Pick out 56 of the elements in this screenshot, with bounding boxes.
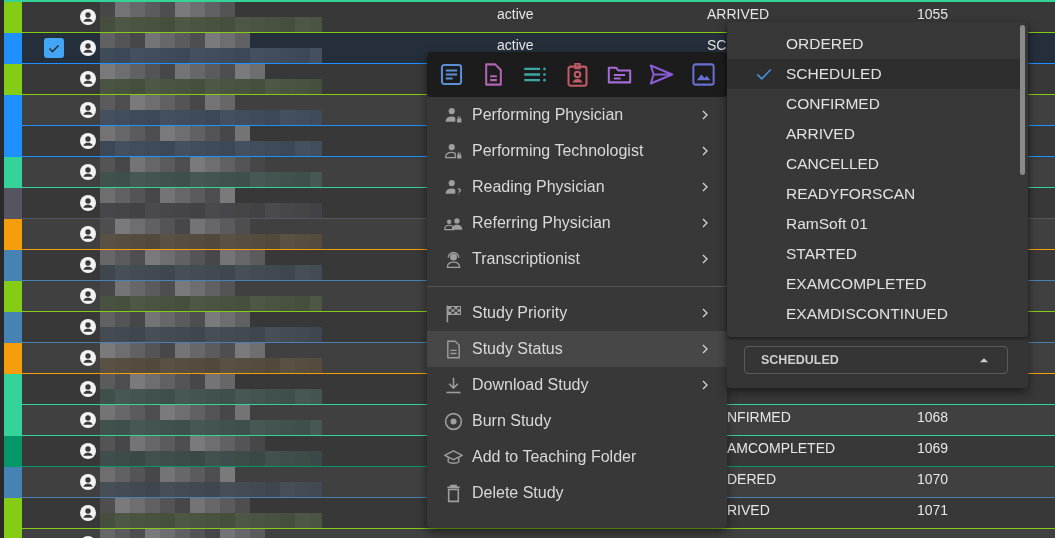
table-cell-text: DERED — [726, 470, 776, 487]
checkbox[interactable] — [44, 38, 64, 58]
table-cell-text: active — [497, 36, 534, 53]
menu-item[interactable]: Transcriptionist — [427, 241, 727, 277]
menu-item[interactable]: Download Study — [427, 367, 727, 403]
avatar-icon — [80, 319, 96, 335]
status-dropdown[interactable]: SCHEDULED — [744, 346, 1008, 374]
table-cell-text: ARRIVED — [707, 5, 770, 22]
image-icon — [689, 61, 717, 88]
status-option[interactable]: STARTED — [727, 239, 1020, 269]
avatar-icon — [80, 195, 96, 211]
avatar-icon — [80, 288, 96, 304]
menu-item[interactable]: Performing Technologist — [427, 133, 727, 169]
table-cell-text: 1071 — [917, 501, 949, 518]
status-option[interactable]: ARRIVED — [727, 119, 1020, 149]
menu-item[interactable]: Reading Physician — [427, 169, 727, 205]
avatar-icon — [80, 381, 96, 397]
scrollbar-thumb[interactable] — [1020, 25, 1025, 175]
avatar-icon — [80, 412, 96, 428]
status-option[interactable]: READYFORSCAN — [727, 179, 1020, 209]
table-cell-text: 1055 — [917, 5, 949, 22]
avatar-icon — [80, 505, 96, 521]
status-option[interactable]: CANCELLED — [727, 149, 1020, 179]
disc-icon — [443, 410, 464, 432]
avatar-icon — [80, 226, 96, 242]
status-option[interactable]: CONFIRMED — [727, 89, 1020, 119]
status-option[interactable]: SCHEDULED — [727, 59, 1020, 89]
menu-item[interactable]: Study Priority — [427, 295, 727, 331]
table-cell-text: 1069 — [917, 439, 949, 456]
table-cell-text: 1070 — [917, 470, 949, 487]
status-option[interactable]: ORDERED — [727, 29, 1020, 59]
avatar-icon — [80, 40, 96, 56]
status-option[interactable]: RamSoft 01 — [727, 209, 1020, 239]
table-cell-text: SC — [707, 36, 727, 53]
status-option[interactable]: EXAMCOMPLETED — [727, 269, 1020, 299]
avatar-icon — [80, 443, 96, 459]
avatar-icon — [80, 164, 96, 180]
table-cell-text: RIVED — [726, 501, 770, 518]
table-cell-text: NFIRMED — [726, 408, 791, 425]
menu-item[interactable]: Burn Study — [427, 403, 727, 439]
avatar-icon — [80, 474, 96, 490]
menu-item[interactable]: Referring Physician — [427, 205, 727, 241]
avatar-icon — [80, 71, 96, 87]
menu-item[interactable]: Performing Physician — [427, 97, 727, 133]
menu-item[interactable]: Add to Teaching Folder — [427, 439, 727, 475]
avatar-icon — [80, 102, 96, 118]
table-cell-text: AMCOMPLETED — [726, 439, 836, 456]
menu-item[interactable]: Delete Study — [427, 475, 727, 511]
avatar-icon — [80, 9, 96, 25]
status-option[interactable]: EXAMDISCONTINUED — [727, 299, 1020, 329]
avatar-icon — [80, 133, 96, 149]
avatar-icon — [80, 257, 96, 273]
menu-item[interactable]: Study Status — [427, 331, 727, 367]
table-cell-text: 1068 — [917, 408, 949, 425]
avatar-icon — [80, 350, 96, 366]
table-cell-text: active — [497, 5, 534, 22]
